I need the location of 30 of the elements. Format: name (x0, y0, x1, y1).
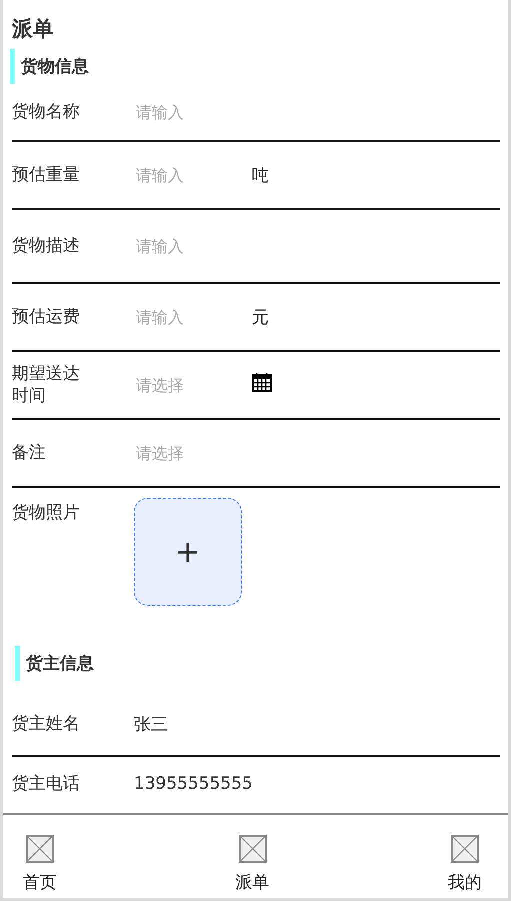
unit-label: 元 (252, 306, 269, 328)
field-label: 货物描述 (12, 235, 81, 257)
tab-item[interactable]: 派单 (236, 815, 270, 898)
date-input[interactable]: 请选择 (136, 376, 244, 394)
field-label: 货主电话 (12, 773, 81, 795)
text-input[interactable]: 请输入 (136, 102, 244, 122)
section-heading: 货物信息 (10, 49, 89, 84)
field-label: 货物名称 (12, 101, 81, 123)
page-title: 派单 (10, 16, 55, 43)
field-label: 预估运费 (12, 306, 81, 328)
field-label: 货主姓名 (12, 713, 81, 735)
upload-button[interactable]: + (134, 498, 242, 606)
field-label: 预估重量 (12, 164, 81, 186)
text-input[interactable]: 请输入 (136, 308, 244, 326)
field-value: 13955555555 (134, 774, 253, 794)
calendar-icon[interactable] (252, 372, 272, 392)
field-label: 期望送达时间 (12, 363, 81, 407)
section-heading: 货主信息 (15, 646, 94, 681)
field-value: 张三 (134, 714, 168, 736)
field-label: 货物照片 (12, 502, 81, 524)
image-placeholder-icon (451, 835, 479, 863)
image-placeholder-icon (238, 835, 266, 863)
text-input[interactable]: 请选择 (136, 444, 244, 462)
text-input[interactable]: 请输入 (136, 236, 244, 256)
text-input[interactable]: 请输入 (136, 166, 244, 184)
field-label: 备注 (12, 442, 47, 464)
tab-item[interactable]: 我的 (448, 815, 482, 898)
image-placeholder-icon (26, 835, 54, 863)
tab-item[interactable]: 首页 (23, 815, 57, 898)
unit-label: 吨 (252, 164, 269, 186)
